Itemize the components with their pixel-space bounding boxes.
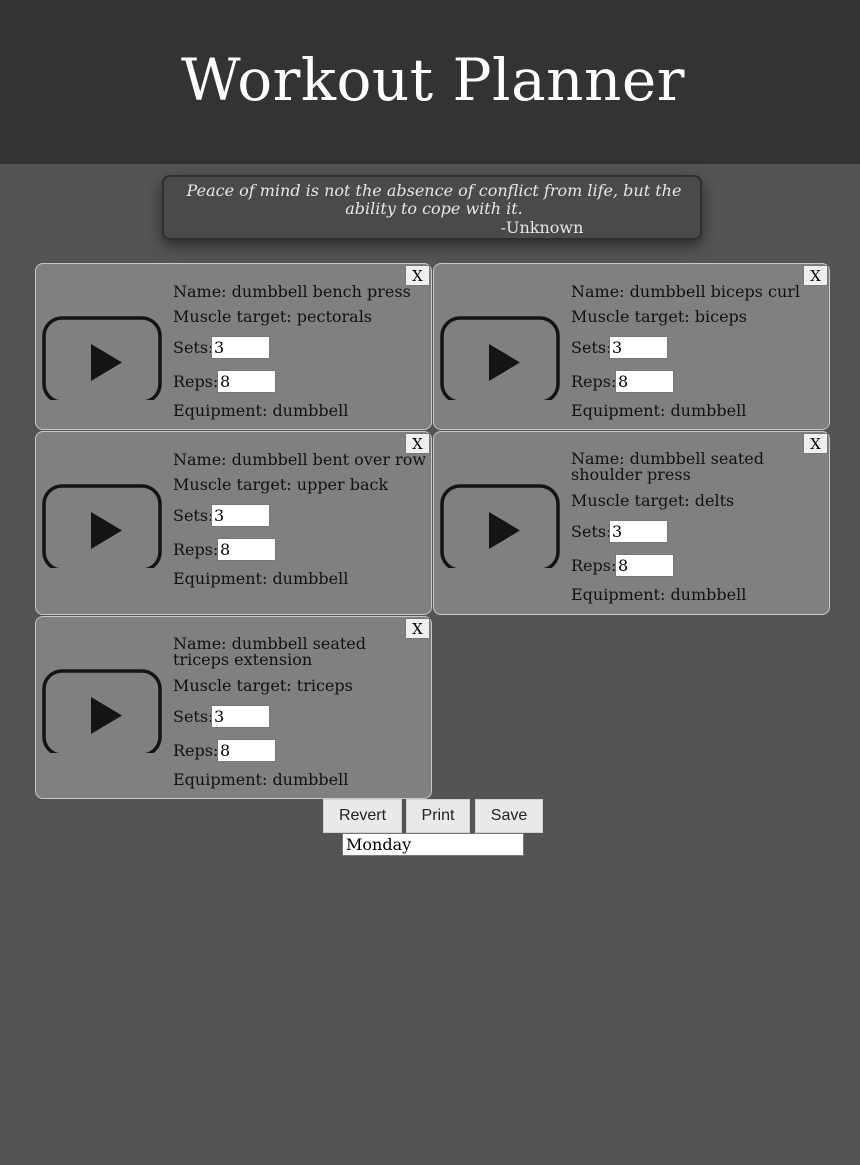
exercise-name: Name: dumbbell seated triceps extension (173, 636, 423, 668)
exercise-target: Muscle target: triceps (173, 677, 353, 695)
exercise-video-thumbnail[interactable] (41, 446, 163, 572)
sets-input[interactable] (211, 504, 270, 527)
quote-text: Peace of mind is not the absence of conf… (186, 181, 682, 218)
exercise-equipment-label: Equipment: (173, 569, 273, 588)
reps-label: Reps: (571, 556, 617, 575)
play-video-icon (42, 484, 162, 572)
exercise-equipment-label: Equipment: (571, 401, 671, 420)
exercise-target: Muscle target: pectorals (173, 308, 372, 326)
exercise-name-value: dumbbell bent over row (231, 450, 427, 469)
sets-input[interactable] (211, 705, 270, 728)
page-title: Workout Planner (181, 46, 685, 114)
exercise-name-value: dumbbell bench press (231, 282, 411, 301)
exercise-equipment: Equipment: dumbbell (571, 586, 746, 604)
exercise-target: Muscle target: upper back (173, 476, 388, 494)
exercise-name: Name: dumbbell seated shoulder press (571, 451, 821, 483)
print-button[interactable]: Print (406, 799, 470, 833)
reps-input[interactable] (615, 554, 674, 577)
reps-label: Reps: (571, 372, 617, 391)
exercise-card: X Name: dumbbell biceps curl Muscle target… (433, 263, 830, 430)
exercise-equipment: Equipment: dumbbell (173, 570, 348, 588)
exercise-card: X Name: dumbbell seated shoulder press Mus… (433, 431, 830, 615)
quote-box: Peace of mind is not the absence of conf… (162, 175, 702, 240)
reps-input[interactable] (217, 370, 276, 393)
exercise-card: X Name: dumbbell seated triceps extension… (35, 616, 432, 799)
play-video-icon (440, 484, 560, 572)
exercise-equipment-value: dumbbell (272, 770, 349, 789)
exercise-target: Muscle target: biceps (571, 308, 747, 326)
exercise-equipment-value: dumbbell (670, 401, 747, 420)
reps-input[interactable] (217, 538, 276, 561)
save-button[interactable]: Save (475, 799, 543, 833)
exercise-equipment: Equipment: dumbbell (173, 402, 348, 420)
day-input[interactable] (342, 833, 524, 856)
sets-label: Sets: (571, 522, 612, 541)
remove-exercise-button[interactable]: X (803, 265, 828, 286)
reps-input[interactable] (217, 739, 276, 762)
exercise-video-thumbnail[interactable] (439, 278, 561, 404)
exercise-name: Name: dumbbell bench press (173, 283, 411, 301)
sets-label: Sets: (173, 338, 214, 357)
exercise-target-value: upper back (296, 475, 389, 494)
reps-label: Reps: (173, 540, 219, 559)
reps-label: Reps: (173, 372, 219, 391)
exercise-target-value: delts (694, 491, 735, 510)
revert-button[interactable]: Revert (323, 799, 402, 833)
exercise-video-thumbnail[interactable] (439, 446, 561, 572)
exercise-target-label: Muscle target: (173, 676, 297, 695)
exercise-name: Name: dumbbell bent over row (173, 451, 426, 469)
quote-author: -Unknown (500, 218, 584, 237)
play-video-icon (42, 669, 162, 757)
page-header: Workout Planner (0, 0, 860, 164)
exercise-name-value: dumbbell biceps curl (629, 282, 801, 301)
reps-label: Reps: (173, 741, 219, 760)
exercise-card: X Name: dumbbell bench press Muscle target… (35, 263, 432, 430)
sets-input[interactable] (211, 336, 270, 359)
exercise-name-label: Name: (173, 450, 232, 469)
play-video-icon (42, 316, 162, 404)
exercise-target-label: Muscle target: (571, 491, 695, 510)
sets-label: Sets: (571, 338, 612, 357)
play-video-icon (440, 316, 560, 404)
exercise-target-label: Muscle target: (571, 307, 695, 326)
exercise-equipment-value: dumbbell (670, 585, 747, 604)
exercise-video-thumbnail[interactable] (41, 631, 163, 757)
exercise-target: Muscle target: delts (571, 492, 734, 510)
exercise-equipment-value: dumbbell (272, 569, 349, 588)
sets-input[interactable] (609, 520, 668, 543)
exercise-target-label: Muscle target: (173, 307, 297, 326)
exercise-name: Name: dumbbell biceps curl (571, 283, 800, 301)
exercise-target-label: Muscle target: (173, 475, 297, 494)
exercise-equipment: Equipment: dumbbell (571, 402, 746, 420)
reps-input[interactable] (615, 370, 674, 393)
exercise-equipment-value: dumbbell (272, 401, 349, 420)
exercise-target-value: triceps (296, 676, 353, 695)
exercise-equipment: Equipment: dumbbell (173, 771, 348, 789)
exercise-target-value: biceps (694, 307, 748, 326)
sets-label: Sets: (173, 707, 214, 726)
exercise-equipment-label: Equipment: (173, 770, 273, 789)
exercise-equipment-label: Equipment: (571, 585, 671, 604)
exercise-target-value: pectorals (296, 307, 373, 326)
sets-input[interactable] (609, 336, 668, 359)
exercise-video-thumbnail[interactable] (41, 278, 163, 404)
sets-label: Sets: (173, 506, 214, 525)
exercise-name-label: Name: (571, 282, 630, 301)
exercise-card: X Name: dumbbell bent over row Muscle targ… (35, 431, 432, 615)
exercise-name-label: Name: (173, 282, 232, 301)
exercise-equipment-label: Equipment: (173, 401, 273, 420)
